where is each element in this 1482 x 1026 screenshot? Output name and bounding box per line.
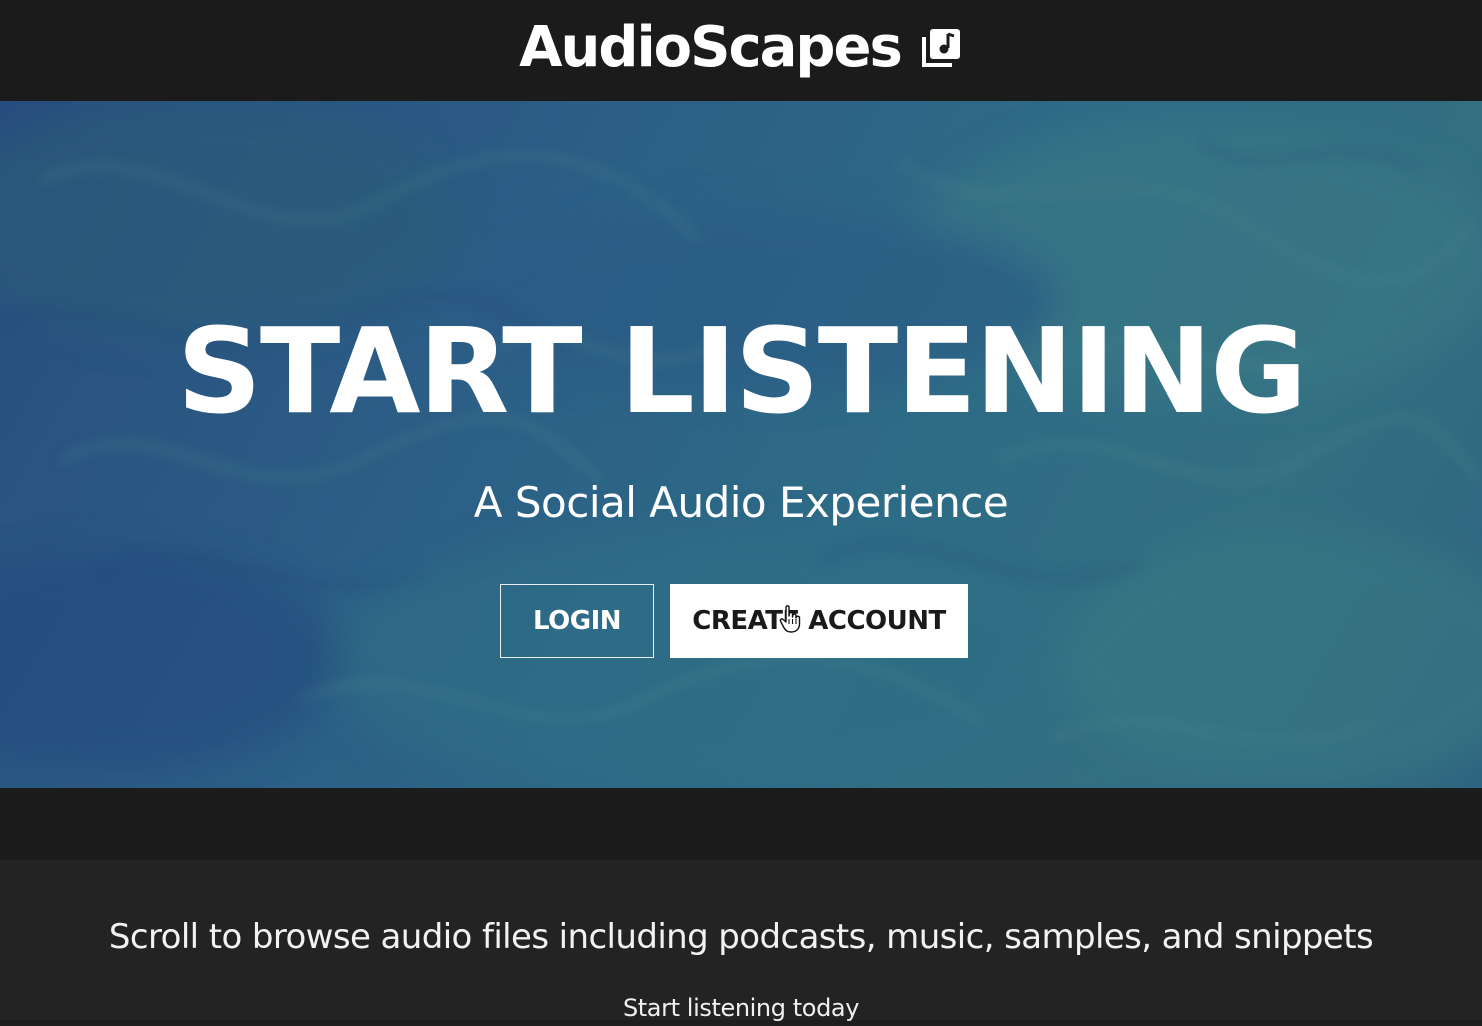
music-library-icon	[921, 28, 960, 67]
hero-section: START LISTENING A Social Audio Experienc…	[0, 101, 1482, 788]
site-header: AudioScapes	[0, 0, 1482, 101]
login-button[interactable]: LOGIN	[500, 584, 654, 658]
create-account-button[interactable]: CREATE ACCOUNT	[670, 584, 968, 658]
hero-background-texture	[0, 101, 1482, 788]
hero-subtitle: A Social Audio Experience	[473, 478, 1009, 527]
hero-title: START LISTENING	[176, 302, 1307, 440]
browse-description: Scroll to browse audio files including p…	[108, 917, 1374, 957]
start-listening-caption: Start listening today	[622, 994, 860, 1022]
brand[interactable]: AudioScapes	[519, 15, 963, 80]
info-section: Scroll to browse audio files including p…	[0, 860, 1482, 1022]
section-divider	[0, 788, 1482, 860]
brand-title[interactable]: AudioScapes	[519, 15, 903, 80]
